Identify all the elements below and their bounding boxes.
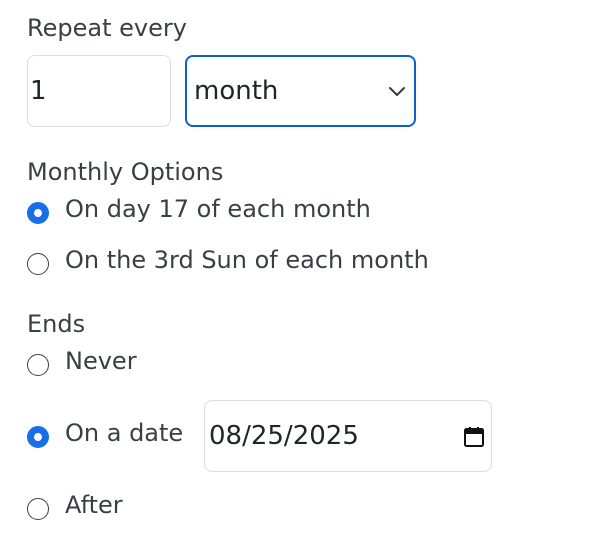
ends-option-never[interactable]: Never	[27, 349, 137, 376]
ends-label: Ends	[27, 310, 86, 338]
radio-label: On the 3rd Sun of each month	[65, 246, 429, 274]
repeat-unit-selected-value: month	[194, 76, 279, 106]
radio-label: Never	[65, 347, 137, 375]
monthly-options-label: Monthly Options	[27, 158, 224, 186]
ends-option-after[interactable]: After	[27, 493, 123, 520]
ends-option-on-date[interactable]: On a date	[27, 421, 183, 448]
radio-on-date[interactable]	[27, 426, 49, 448]
end-date-value: 08/25/2025	[209, 421, 359, 451]
radio-nth-weekday[interactable]	[27, 253, 49, 275]
repeat-interval-input[interactable]	[27, 55, 171, 127]
radio-after[interactable]	[27, 498, 49, 520]
repeat-unit-select[interactable]: month	[185, 55, 416, 127]
radio-label: On a date	[65, 419, 184, 447]
calendar-icon[interactable]	[463, 426, 485, 448]
monthly-option-day-of-month[interactable]: On day 17 of each month	[27, 197, 371, 224]
repeat-every-label: Repeat every	[27, 14, 187, 42]
monthly-option-nth-weekday[interactable]: On the 3rd Sun of each month	[27, 248, 429, 275]
chevron-down-icon	[389, 87, 405, 96]
end-date-input[interactable]: 08/25/2025	[204, 400, 492, 472]
radio-label: On day 17 of each month	[65, 195, 371, 223]
radio-never[interactable]	[27, 354, 49, 376]
radio-day-of-month[interactable]	[27, 202, 49, 224]
radio-label: After	[65, 491, 123, 519]
